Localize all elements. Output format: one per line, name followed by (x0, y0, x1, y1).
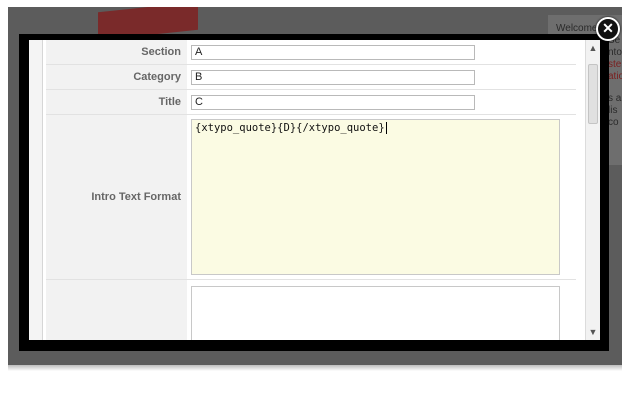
section-input[interactable] (191, 44, 475, 60)
intro-row: Intro Text Format {xtypo_quote}{D}{/xtyp… (46, 115, 576, 280)
section-label: Section (46, 40, 187, 64)
scrollbar-thumb[interactable] (588, 64, 598, 124)
chevron-up-icon[interactable]: ▲ (586, 41, 600, 55)
close-icon[interactable]: ✕ (596, 17, 620, 41)
vertical-scrollbar[interactable]: ▲ ▼ (585, 40, 600, 340)
category-row: Category (46, 65, 576, 90)
text-caret (385, 122, 387, 134)
article-form: Section Category Title Intro Text Format… (46, 40, 576, 340)
overlay-shadow (8, 365, 622, 371)
next-textarea[interactable] (191, 286, 560, 340)
next-row (46, 280, 576, 340)
section-row: Section (46, 40, 576, 65)
modal-window: Section Category Title Intro Text Format… (19, 34, 609, 351)
next-row-label (46, 280, 187, 340)
category-label: Category (46, 65, 187, 89)
left-gutter (29, 40, 43, 340)
modal-content: Section Category Title Intro Text Format… (29, 40, 600, 340)
title-row: Title (46, 90, 576, 115)
title-label: Title (46, 90, 187, 114)
intro-text-value: {xtypo_quote}{D}{/xtypo_quote} (195, 122, 385, 134)
category-input[interactable] (191, 69, 475, 85)
intro-text-format-textarea[interactable]: {xtypo_quote}{D}{/xtypo_quote} (191, 119, 560, 275)
chevron-down-icon[interactable]: ▼ (586, 325, 600, 339)
intro-text-format-label: Intro Text Format (46, 115, 187, 279)
title-input[interactable] (191, 94, 475, 110)
